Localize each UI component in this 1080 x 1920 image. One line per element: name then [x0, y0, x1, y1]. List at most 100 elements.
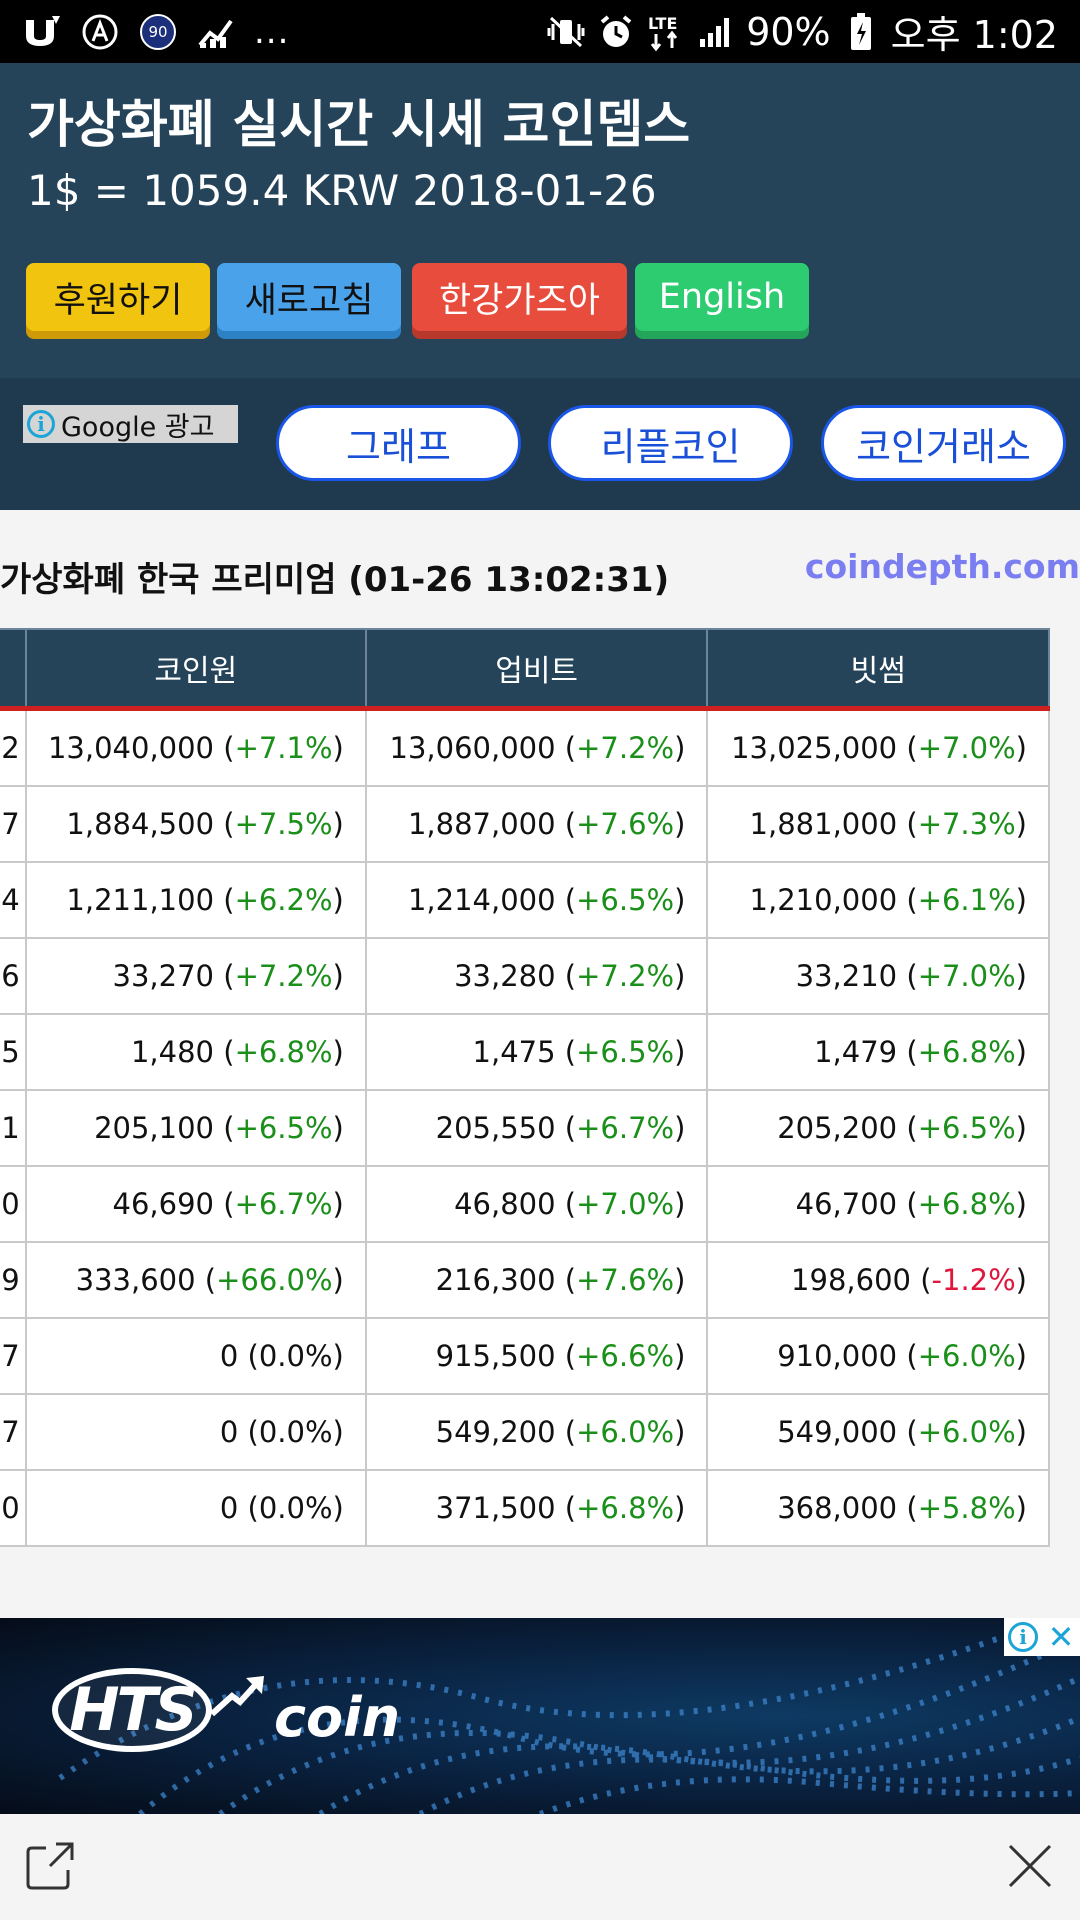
column-header-bithumb: 빗썸: [706, 628, 1050, 710]
change-percent: +6.1%: [917, 883, 1016, 917]
change-percent: +6.5%: [234, 1111, 333, 1145]
price-value: 46,800: [454, 1187, 556, 1221]
price-value: 333,600: [75, 1263, 196, 1297]
change-percent: +6.6%: [576, 1339, 675, 1373]
badge-90-icon: 90: [138, 12, 178, 52]
table-row: 9 333,600 (+66.0%) 216,300 (+7.6%) 198,600 …: [0, 1241, 1050, 1319]
price-cell: 333,600 (+66.0%): [24, 1241, 367, 1319]
close-icon[interactable]: [1006, 1842, 1054, 1890]
price-cell: 13,060,000 (+7.2%): [364, 707, 709, 787]
refresh-button[interactable]: 새로고침: [217, 263, 401, 331]
price-value: 368,000: [777, 1491, 898, 1525]
price-cell: 13,025,000 (+7.0%): [706, 707, 1050, 787]
price-value: 1,480: [130, 1035, 215, 1069]
change-percent: +6.8%: [917, 1187, 1016, 1221]
table-row: 6 33,270 (+7.2%) 33,280 (+7.2%) 33,210 (+7.…: [0, 937, 1050, 1015]
info-icon: i: [27, 410, 55, 438]
price-cell: 46,690 (+6.7%): [24, 1165, 367, 1243]
support-button[interactable]: 후원하기: [26, 263, 210, 331]
price-cell: 1,884,500 (+7.5%): [24, 785, 367, 863]
coin-name-cell: 0: [0, 1469, 27, 1547]
graph-button[interactable]: 그래프: [276, 405, 521, 481]
change-percent: +7.0%: [576, 1187, 675, 1221]
price-cell: 0 (0.0%): [24, 1393, 367, 1471]
change-percent: 0.0%: [258, 1415, 333, 1449]
price-cell: 33,270 (+7.2%): [24, 937, 367, 1015]
price-value: 0: [219, 1339, 239, 1373]
badge-90-text: 90: [148, 22, 168, 41]
change-percent: +6.0%: [576, 1415, 675, 1449]
ad-close-icon[interactable]: ✕: [1042, 1618, 1080, 1656]
change-percent: +7.2%: [576, 731, 675, 765]
price-cell: 1,480 (+6.8%): [24, 1013, 367, 1091]
arrow-up-icon: [209, 1676, 264, 1717]
price-cell: 46,700 (+6.8%): [706, 1165, 1050, 1243]
table-row: 00 (0.0%) 371,500 (+6.8%) 368,000 (+5.8%): [0, 1469, 1050, 1547]
price-cell: 46,800 (+7.0%): [364, 1165, 709, 1243]
ad-controls: i ✕: [1004, 1618, 1080, 1656]
ripple-coin-button[interactable]: 리플코인: [548, 405, 793, 481]
coin-name-cell: 7: [0, 1317, 27, 1395]
price-value: 549,000: [777, 1415, 898, 1449]
change-percent: +6.8%: [576, 1491, 675, 1525]
change-percent: +7.3%: [917, 807, 1016, 841]
table-row: 1 205,100 (+6.5%) 205,550 (+6.7%) 205,200 (…: [0, 1089, 1050, 1167]
hangang-button[interactable]: 한강가즈아: [412, 263, 627, 331]
change-percent: +7.0%: [917, 731, 1016, 765]
coin-exchange-button[interactable]: 코인거래소: [821, 405, 1066, 481]
english-button[interactable]: English: [635, 263, 809, 331]
price-value: 205,200: [777, 1111, 898, 1145]
price-cell: 0 (0.0%): [24, 1469, 367, 1547]
battery-icon: [841, 12, 881, 52]
price-cell: 205,100 (+6.5%): [24, 1089, 367, 1167]
exchange-rate: 1$ = 1059.4 KRW 2018-01-26: [27, 166, 657, 215]
change-percent: +7.1%: [234, 731, 333, 765]
price-table: 코인원 업비트 빗썸 2 13,040,000 (+7.1%) 13,060,000…: [0, 628, 1050, 1547]
price-value: 0: [219, 1491, 239, 1525]
coin-name-header: [0, 628, 27, 710]
change-percent: +6.7%: [576, 1111, 675, 1145]
ad-info-icon[interactable]: i: [1004, 1618, 1042, 1656]
price-cell: 910,000 (+6.0%): [706, 1317, 1050, 1395]
google-ad-label[interactable]: i Google 광고: [23, 405, 238, 443]
change-percent: +7.2%: [234, 959, 333, 993]
price-value: 13,040,000: [47, 731, 215, 765]
coin-name-cell: 9: [0, 1241, 27, 1319]
change-percent: +6.8%: [917, 1035, 1016, 1069]
nav-bar: i Google 광고 그래프 리플코인 코인거래소: [0, 378, 1080, 510]
price-cell: 549,200 (+6.0%): [364, 1393, 709, 1471]
change-percent: +66.0%: [216, 1263, 333, 1297]
coin-name-cell: 6: [0, 937, 27, 1015]
price-value: 46,690: [112, 1187, 215, 1221]
price-cell: 1,479 (+6.8%): [706, 1013, 1050, 1091]
change-percent: +7.2%: [576, 959, 675, 993]
site-header: 가상화폐 실시간 시세 코인뎁스 1$ = 1059.4 KRW 2018-01…: [0, 63, 1080, 378]
google-ad-text: Google 광고: [61, 411, 215, 443]
hts-logo-text: HTS: [52, 1668, 212, 1752]
battery-percent: 90%: [746, 9, 831, 54]
coin-name-cell: 7: [0, 1393, 27, 1471]
ad-banner[interactable]: HTS coin i ✕: [0, 1618, 1080, 1814]
price-value: 13,025,000: [731, 731, 898, 765]
status-bar: 90 ... LTE 90% 오후 1:02: [0, 0, 1080, 63]
price-value: 216,300: [435, 1263, 556, 1297]
price-cell: 1,887,000 (+7.6%): [364, 785, 709, 863]
price-cell: 1,211,100 (+6.2%): [24, 861, 367, 939]
external-link-icon[interactable]: [26, 1840, 76, 1890]
price-value: 198,600: [791, 1263, 911, 1297]
price-value: 1,881,000: [749, 807, 898, 841]
table-row: 4 1,211,100 (+6.2%) 1,214,000 (+6.5%) 1,210…: [0, 861, 1050, 939]
signal-icon: [696, 12, 736, 52]
price-cell: 1,214,000 (+6.5%): [364, 861, 709, 939]
price-value: 371,500: [435, 1491, 556, 1525]
change-percent: +6.7%: [234, 1187, 333, 1221]
price-value: 33,210: [795, 959, 898, 993]
table-row: 70 (0.0%) 549,200 (+6.0%) 549,000 (+6.0%): [0, 1393, 1050, 1471]
table-row: 70 (0.0%) 915,500 (+6.6%) 910,000 (+6.0%): [0, 1317, 1050, 1395]
price-value: 915,500: [435, 1339, 556, 1373]
app-u-icon: [22, 12, 62, 52]
page-title: 가상화폐 실시간 시세 코인뎁스: [27, 96, 691, 155]
change-percent: +6.5%: [917, 1111, 1016, 1145]
coindepth-link[interactable]: coindepth.com: [805, 547, 1080, 586]
change-percent: +5.8%: [917, 1491, 1016, 1525]
